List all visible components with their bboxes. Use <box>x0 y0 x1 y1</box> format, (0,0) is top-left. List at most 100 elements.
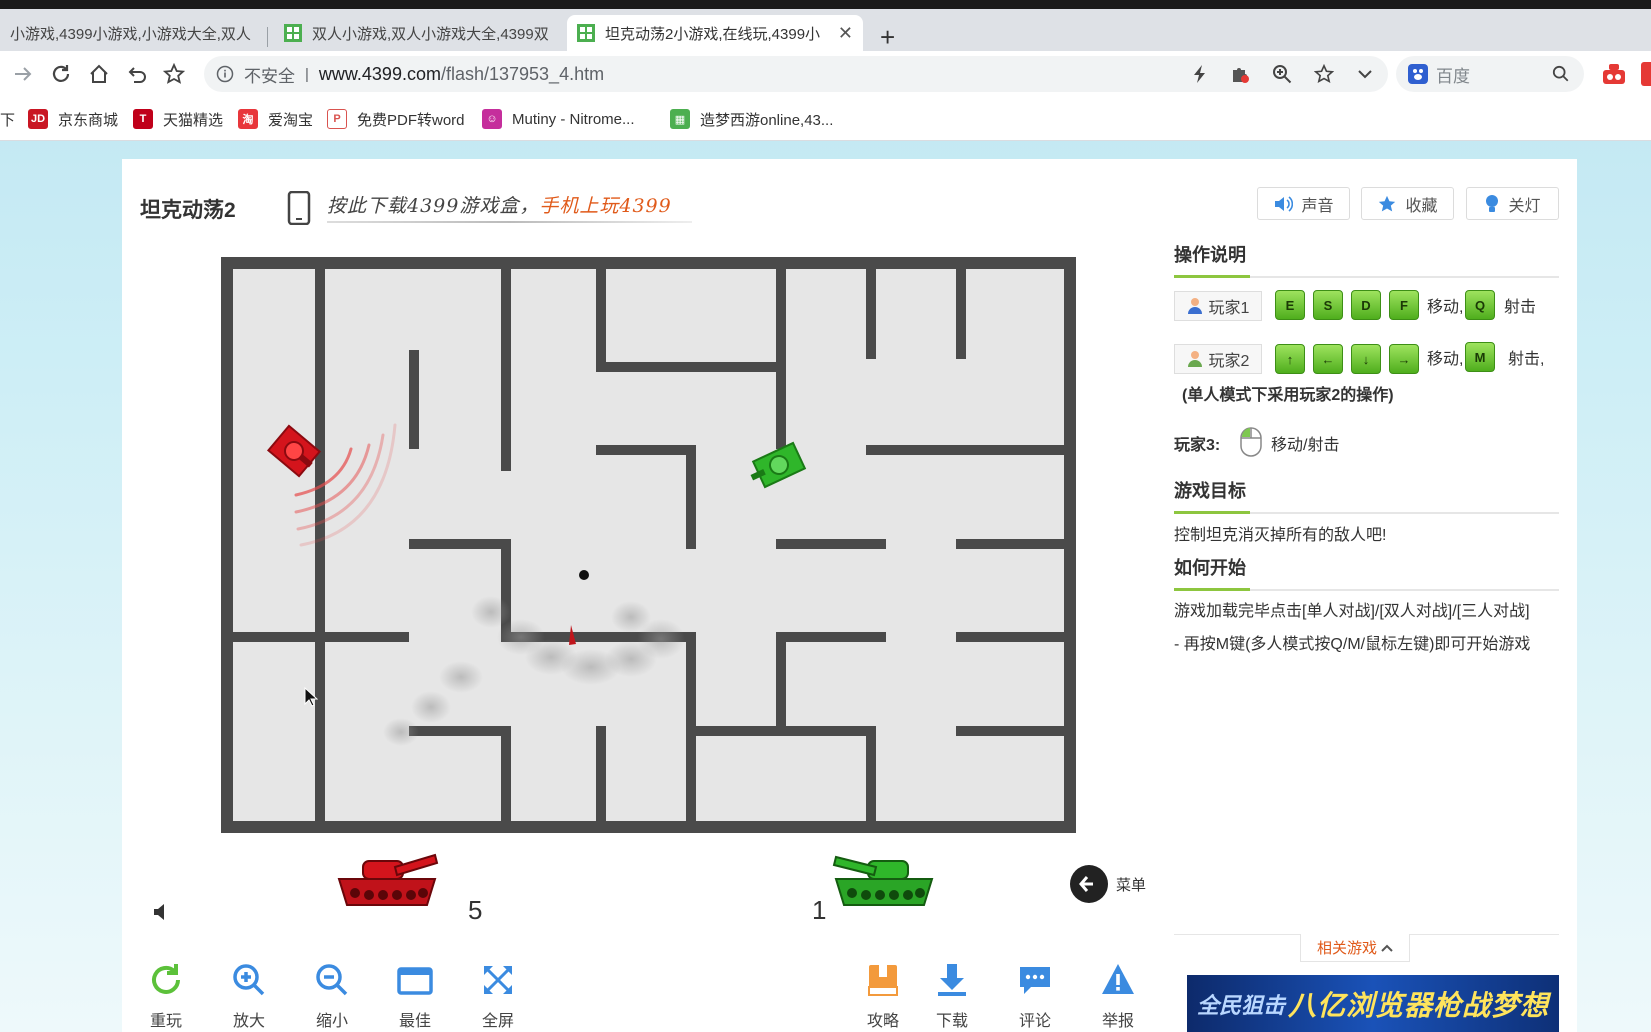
control-label: 最佳 <box>398 1013 431 1030</box>
extension-overflow-icon[interactable] <box>1641 62 1651 86</box>
banner-right-text: 八亿浏览器枪战梦想 <box>1287 989 1549 1021</box>
bookmark-star-button[interactable] <box>159 59 189 89</box>
lights-off-button[interactable]: 关灯 <box>1466 187 1559 220</box>
lightning-icon[interactable] <box>1192 64 1208 84</box>
player2-move-text: 移动, <box>1427 351 1464 368</box>
instructions-title: 操作说明 <box>1174 245 1246 265</box>
chevron-down-icon[interactable] <box>1356 65 1374 83</box>
zoom-in-button[interactable]: 放大 <box>219 962 279 1031</box>
lights-label: 关灯 <box>1508 197 1541 215</box>
best-fit-icon <box>397 967 433 995</box>
bookmark-jd[interactable]: JD 京东商城 <box>28 107 118 131</box>
tab-title: 小游戏,4399小游戏,小游戏大全,双人 <box>10 25 251 43</box>
tab-separator <box>267 27 268 47</box>
promo-underline <box>327 221 692 223</box>
extension-icon[interactable] <box>1230 64 1250 84</box>
favorite-star-icon[interactable] <box>1314 64 1334 84</box>
bookmark-folder[interactable]: 下 <box>0 107 15 131</box>
key-arrow-down: ↓ <box>1351 344 1381 374</box>
banner-left-text: 全民狙击 <box>1197 992 1286 1018</box>
security-label: 不安全 <box>244 66 295 86</box>
game-title: 坦克动荡2 <box>140 199 236 222</box>
speaker-icon <box>1275 195 1294 212</box>
favorite-button[interactable]: 收藏 <box>1361 187 1454 220</box>
tab-tank-trouble[interactable]: 坦克动荡2小游戏,在线玩,4399小 ✕ <box>567 15 863 51</box>
goal-title: 游戏目标 <box>1174 481 1246 501</box>
control-label: 下载 <box>935 1013 968 1030</box>
address-bar[interactable]: 不安全 | www.4399.com/flash/137953_4.htm <box>204 56 1388 92</box>
single-player-note: (单人模式下采用玩家2的操作) <box>1182 387 1394 404</box>
bookmark-zaomeng[interactable]: ▦ 造梦西游online,43... <box>670 107 833 131</box>
sound-button[interactable]: 声音 <box>1257 187 1350 220</box>
url-host: www.4399.com <box>318 63 441 84</box>
red-tank-icon <box>337 853 439 906</box>
ad-banner[interactable]: 全民狙击 八亿浏览器枪战梦想 <box>1187 975 1559 1032</box>
forward-button[interactable] <box>8 59 38 89</box>
game-canvas[interactable] <box>221 257 1076 833</box>
search-box[interactable]: 百度 <box>1396 56 1584 92</box>
zoom-in-icon <box>233 964 265 996</box>
tab-title: 双人小游戏,双人小游戏大全,4399双 <box>312 25 549 43</box>
comment-button[interactable]: 评论 <box>1005 962 1065 1031</box>
mouse-icon <box>1240 427 1262 457</box>
player1-fire-text: 射击 <box>1504 299 1537 316</box>
replay-button[interactable]: 重玩 <box>136 962 196 1031</box>
control-label: 举报 <box>1101 1013 1134 1030</box>
bullet <box>579 570 589 580</box>
player3-label: 玩家3: <box>1174 437 1221 454</box>
key-arrow-up: ↑ <box>1275 344 1305 374</box>
warning-icon <box>1102 964 1134 994</box>
player2-label: 玩家2 <box>1208 353 1250 370</box>
undo-close-tab-button[interactable] <box>122 59 152 89</box>
browser-toolbar: 不安全 | www.4399.com/flash/137953_4.htm 百度 <box>0 51 1651 97</box>
jd-logo-icon: JD <box>28 109 48 129</box>
home-button[interactable] <box>84 59 114 89</box>
bookmark-mutiny[interactable]: ☺ Mutiny - Nitrome... <box>482 107 635 131</box>
reload-button[interactable] <box>46 59 76 89</box>
tab-strip: 小游戏,4399小游戏,小游戏大全,双人 双人小游戏,双人小游戏大全,4399双… <box>0 9 1651 51</box>
new-tab-button[interactable]: + <box>880 23 895 51</box>
taobao-logo-icon: 淘 <box>238 109 258 129</box>
url-path: /flash/137953_4.htm <box>440 63 605 84</box>
undo-icon <box>128 67 146 83</box>
key-s: S <box>1313 290 1343 320</box>
report-button[interactable]: 举报 <box>1088 962 1148 1031</box>
zoom-icon[interactable] <box>1272 64 1292 84</box>
best-fit-button[interactable]: 最佳 <box>385 962 445 1031</box>
player1-move-text: 移动, <box>1427 299 1464 316</box>
url-text[interactable]: www.4399.com/flash/137953_4.htm <box>319 64 604 85</box>
zoom-out-icon <box>316 964 348 996</box>
mute-speaker-icon[interactable] <box>152 903 170 921</box>
bookmark-aitaobao[interactable]: 淘爱淘宝 <box>238 107 313 131</box>
guide-button[interactable]: 攻略 <box>853 962 913 1031</box>
related-games-toggle[interactable]: 相关游戏 <box>1300 934 1410 962</box>
info-circle-icon[interactable] <box>216 65 234 83</box>
player-avatar-icon <box>1187 298 1202 314</box>
mobile-phone-icon[interactable] <box>287 191 311 225</box>
bookmark-label: 爱淘宝 <box>268 111 314 129</box>
gift-app-icon[interactable] <box>1601 62 1627 86</box>
game-menu-button[interactable]: 菜单 <box>1070 865 1146 903</box>
fullscreen-button[interactable]: 全屏 <box>468 962 528 1031</box>
home-icon <box>90 64 108 83</box>
control-label: 评论 <box>1018 1013 1051 1030</box>
control-label: 缩小 <box>315 1013 348 1030</box>
key-arrow-left: ← <box>1313 344 1343 374</box>
search-icon[interactable] <box>1552 65 1570 83</box>
baidu-paw-icon <box>1408 64 1428 84</box>
bookmark-label: 免费PDF转word <box>357 111 465 129</box>
tab-two-player-games[interactable]: 双人小游戏,双人小游戏大全,4399双 <box>274 15 564 51</box>
game-page-panel: 坦克动荡2 按此下载4399游戏盒，手机上玩4399 声音 收藏 关灯 5 1 … <box>122 159 1577 1032</box>
promo-text: 按此下载4399游戏盒， <box>327 195 540 217</box>
zoom-out-button[interactable]: 缩小 <box>302 962 362 1031</box>
download-button[interactable]: 下载 <box>922 962 982 1031</box>
tab-4399-home[interactable]: 小游戏,4399小游戏,小游戏大全,双人 <box>0 15 262 51</box>
tab-title: 坦克动荡2小游戏,在线玩,4399小 <box>605 25 821 43</box>
bookmark-tmall[interactable]: T 天猫精选 <box>133 107 223 131</box>
star-outline-icon <box>163 63 185 84</box>
green-tank-icon <box>832 855 934 906</box>
bookmark-pdf-word[interactable]: P 免费PDF转word <box>327 107 465 131</box>
menu-back-icon <box>1070 865 1108 903</box>
tab-close-icon[interactable]: ✕ <box>838 23 853 44</box>
download-promo-link[interactable]: 按此下载4399游戏盒，手机上玩4399 <box>327 191 672 218</box>
